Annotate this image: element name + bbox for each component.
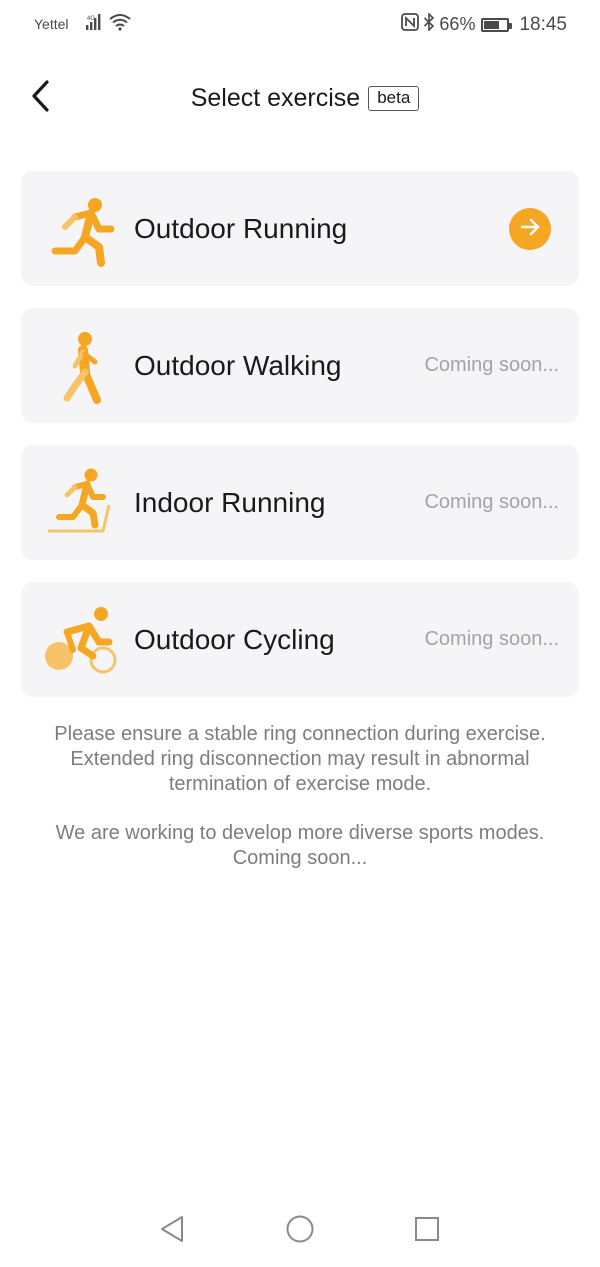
indoor-running-icon	[45, 467, 121, 543]
bluetooth-icon	[423, 12, 435, 36]
coming-soon-label: Coming soon...	[424, 354, 559, 376]
exercise-card-indoor-running[interactable]: Indoor Running Coming soon...	[21, 445, 579, 560]
battery-percent: 66%	[439, 14, 476, 34]
coming-soon-label: Coming soon...	[424, 491, 559, 513]
page-title: Select exercise	[190, 83, 361, 112]
clock-time: 18:45	[519, 13, 567, 35]
outdoor-walking-icon	[45, 330, 121, 406]
exercise-card-outdoor-walking[interactable]: Outdoor Walking Coming soon...	[21, 308, 579, 423]
nav-back-icon	[158, 1214, 186, 1249]
nfc-icon	[401, 13, 420, 36]
exercise-card-outdoor-running[interactable]: Outdoor Running	[21, 171, 579, 286]
wifi-icon	[109, 13, 131, 36]
system-navigation-bar	[0, 1200, 600, 1260]
info-notes: Please ensure a stable ring connection d…	[20, 722, 580, 895]
select-exercise-screen: Yettel 4G 66% 18:45 Select exercise beta…	[0, 0, 600, 1267]
carrier-label: Yettel	[34, 16, 69, 32]
start-exercise-button[interactable]	[509, 208, 551, 250]
svg-text:4G: 4G	[87, 16, 95, 22]
outdoor-running-icon	[45, 193, 121, 269]
coming-soon-label: Coming soon...	[424, 628, 559, 650]
nav-home-icon	[285, 1214, 315, 1249]
nav-recents-icon	[413, 1215, 441, 1248]
exercise-name: Outdoor Walking	[134, 349, 342, 381]
outdoor-cycling-icon	[45, 604, 121, 680]
battery-icon	[481, 17, 513, 32]
development-note: We are working to develop more diverse s…	[55, 822, 545, 869]
exercise-name: Outdoor Running	[134, 212, 348, 244]
nav-home-button[interactable]	[283, 1214, 317, 1248]
connection-note: Please ensure a stable ring connection d…	[54, 723, 546, 795]
arrow-right-icon	[519, 216, 541, 243]
battery-level-fill	[484, 20, 500, 29]
nav-recents-button[interactable]	[410, 1214, 444, 1248]
header: Select exercise beta	[0, 72, 600, 124]
exercise-name: Indoor Running	[134, 486, 326, 518]
signal-icon: 4G	[85, 13, 105, 36]
exercise-list: Outdoor Running Outdoor Walking Coming s…	[21, 171, 579, 719]
exercise-card-outdoor-cycling[interactable]: Outdoor Cycling Coming soon...	[21, 582, 579, 697]
nav-back-button[interactable]	[155, 1214, 189, 1248]
exercise-name: Outdoor Cycling	[134, 623, 335, 655]
status-bar: Yettel 4G 66% 18:45	[0, 0, 600, 52]
beta-badge: beta	[368, 85, 420, 111]
